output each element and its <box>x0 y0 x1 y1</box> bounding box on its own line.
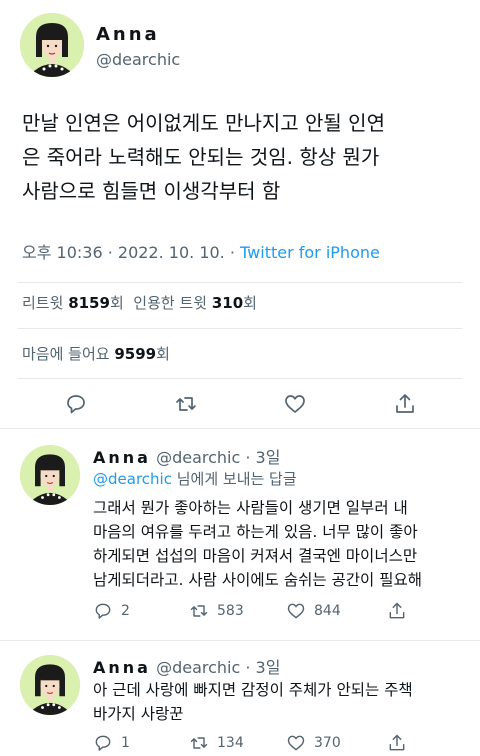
reply-icon <box>95 735 111 751</box>
reply-text-line: 바가지 사랑꾼 <box>93 705 184 723</box>
tweet-timestamp[interactable]: 오후 10:36 · 2022. 10. 10. · <box>22 243 240 262</box>
divider <box>18 282 462 283</box>
reply-tweet[interactable]: Anna @dearchic · 3일 아 근데 사랑에 빠지면 감정이 주체가… <box>0 640 480 756</box>
avatar[interactable] <box>20 445 80 505</box>
share-icon <box>389 734 405 751</box>
reply-text-line: 그래서 뭔가 좋아하는 사람들이 생기면 일부러 내 <box>93 499 408 517</box>
heart-icon <box>287 735 305 751</box>
likes-unit: 회 <box>156 345 170 363</box>
share-icon <box>389 602 405 619</box>
divider <box>18 378 462 379</box>
reply-text-line: 마음의 여유를 두려고 하는게 있음. 너무 많이 좋아 <box>93 523 418 541</box>
reply-text: 아 근데 사랑에 빠지면 감정이 주체가 안되는 주책 바가지 사랑꾼 <box>93 678 473 726</box>
reply-tweet[interactable]: Anna @dearchic · 3일 @dearchic 님에게 보내는 답글… <box>0 428 480 640</box>
retweet-icon <box>176 397 196 411</box>
reply-text: 그래서 뭔가 좋아하는 사람들이 생기면 일부러 내 마음의 여유를 두려고 하… <box>93 496 473 592</box>
quotes-unit: 회 <box>243 294 257 312</box>
tweet-text-line: 만날 인연은 어이없게도 만나지고 안될 인연 <box>22 111 385 135</box>
share-icon <box>396 394 414 413</box>
retweet-icon <box>190 605 208 617</box>
reply-count: 1 <box>121 735 130 751</box>
reply-header: Anna @dearchic · 3일 <box>93 444 280 468</box>
quotes-label: 인용한 트윗 <box>133 294 208 312</box>
retweets-unit: 회 <box>109 294 124 312</box>
replying-to: @dearchic 님에게 보내는 답글 <box>93 468 297 489</box>
like-button[interactable]: 844 <box>286 601 341 621</box>
main-tweet: Anna @dearchic 만날 인연은 어이없게도 만나지고 안될 인연 은… <box>0 0 480 428</box>
retweets-label: 리트윗 <box>22 294 64 312</box>
reply-text-line: 아 근데 사랑에 빠지면 감정이 주체가 안되는 주책 <box>93 681 413 699</box>
reply-actions: 2 583 844 <box>93 601 473 625</box>
like-count: 370 <box>314 735 341 751</box>
like-button[interactable] <box>281 390 309 418</box>
tweet-text-line: 사람으로 힘들면 이생각부터 함 <box>22 179 281 203</box>
tweet-text-line: 은 죽어라 노력해도 안되는 것임. 항상 뭔가 <box>22 145 380 169</box>
reply-header: Anna @dearchic · 3일 <box>93 654 280 678</box>
avatar-illustration <box>20 445 80 505</box>
reply-button[interactable]: 1 <box>93 733 130 753</box>
author-name[interactable]: Anna <box>96 24 160 45</box>
author-name[interactable]: Anna <box>93 658 151 677</box>
reply-icon <box>95 603 111 619</box>
likes-count[interactable]: 9599 <box>114 345 156 363</box>
reply-icon <box>67 395 85 414</box>
retweet-button[interactable]: 134 <box>189 733 244 753</box>
author-handle-time[interactable]: @dearchic · 3일 <box>156 448 280 467</box>
reply-button[interactable] <box>62 390 90 418</box>
likes-stats: 마음에 들어요 9599회 <box>22 343 170 364</box>
avatar[interactable] <box>20 13 84 77</box>
retweets-count[interactable]: 8159 <box>68 294 110 312</box>
likes-label: 마음에 들어요 <box>22 345 110 363</box>
reply-button[interactable]: 2 <box>93 601 130 621</box>
retweet-icon <box>190 737 208 749</box>
quotes-count[interactable]: 310 <box>212 294 243 312</box>
reply-text-line: 남게되더라고. 사람 사이에도 숨쉬는 공간이 필요해 <box>93 571 423 589</box>
tweet-text: 만날 인연은 어이없게도 만나지고 안될 인연 은 죽어라 노력해도 안되는 것… <box>22 106 467 208</box>
author-name[interactable]: Anna <box>93 448 151 467</box>
tweet-actions <box>0 384 480 424</box>
replying-to-label: 님에게 보내는 답글 <box>171 470 297 488</box>
share-button[interactable] <box>391 390 419 418</box>
heart-icon <box>287 603 305 619</box>
share-button[interactable] <box>387 601 415 621</box>
retweet-quote-stats: 리트윗 8159회 인용한 트윗 310회 <box>22 292 257 313</box>
reply-mention-link[interactable]: @dearchic <box>93 470 172 488</box>
divider <box>18 328 462 329</box>
author-handle[interactable]: @dearchic <box>96 50 180 69</box>
avatar[interactable] <box>20 655 80 715</box>
share-button[interactable] <box>387 733 415 753</box>
like-count: 844 <box>314 603 341 619</box>
retweet-button[interactable] <box>172 390 200 418</box>
tweet-meta: 오후 10:36 · 2022. 10. 10. · Twitter for i… <box>22 239 380 263</box>
heart-icon <box>285 395 305 413</box>
avatar-illustration <box>20 13 84 77</box>
author-handle-time[interactable]: @dearchic · 3일 <box>156 658 280 677</box>
reply-actions: 1 134 370 <box>93 733 473 756</box>
retweet-button[interactable]: 583 <box>189 601 244 621</box>
like-button[interactable]: 370 <box>286 733 341 753</box>
tweet-source-link[interactable]: Twitter for iPhone <box>240 243 380 262</box>
retweet-count: 134 <box>217 735 244 751</box>
retweet-count: 583 <box>217 603 244 619</box>
avatar-illustration <box>20 655 80 715</box>
reply-count: 2 <box>121 603 130 619</box>
reply-text-line: 하게되면 섭섭의 마음이 커져서 결국엔 마이너스만 <box>93 547 418 565</box>
